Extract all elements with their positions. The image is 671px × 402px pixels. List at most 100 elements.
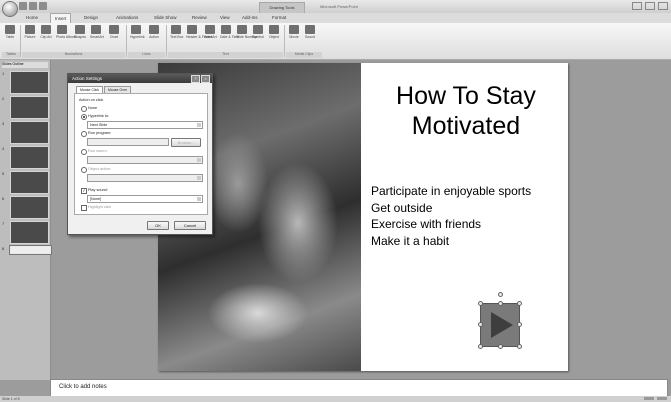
window-title: Microsoft PowerPoint [320,4,358,9]
resize-handle[interactable] [498,301,503,306]
slide-title[interactable]: How To Stay Motivated [376,81,556,141]
text-box-icon [171,25,181,34]
slide-thumbnail[interactable] [10,171,49,194]
shapes-button[interactable]: Shapes [74,25,86,45]
dialog-title-buttons: ? × [191,75,210,83]
date-time-icon [221,25,231,34]
slide-canvas[interactable]: How To Stay Motivated Participate in enj… [158,63,568,371]
movie-button[interactable]: Movie [288,25,300,45]
save-icon[interactable] [19,2,27,10]
tab-design[interactable]: Design [80,13,102,23]
resize-handle[interactable] [517,301,522,306]
chevron-down-icon [197,123,201,127]
resize-handle[interactable] [517,322,522,327]
minimize-icon[interactable] [632,2,642,10]
header-footer-button[interactable]: Header & Footer [186,25,212,45]
slide-bullet-list[interactable]: Participate in enjoyable sports Get outs… [371,183,531,249]
normal-view-icon[interactable] [644,397,654,400]
picture-icon [25,25,35,34]
object-button[interactable]: Object [268,25,280,45]
wordart-button[interactable]: WordArt [204,25,217,45]
slide-thumbnail[interactable] [10,71,49,94]
ok-button[interactable]: OK [147,221,169,230]
slide-thumbnail[interactable] [10,121,49,144]
run-program-input[interactable] [87,138,169,146]
action-button[interactable]: Action [148,25,160,45]
radio-run-program[interactable] [81,131,87,137]
help-icon[interactable]: ? [191,75,200,83]
radio-object-action[interactable] [81,167,87,173]
sound-select[interactable]: [None] [87,195,203,203]
sound-button[interactable]: Sound [304,25,316,45]
rotation-handle[interactable] [498,292,503,297]
movie-icon [289,25,299,34]
symbol-button[interactable]: Symbol [252,25,264,45]
slide-number-button[interactable]: Slide Number [236,25,257,45]
notes-placeholder: Click to add notes [59,384,107,390]
photo-album-button[interactable]: Photo Album [56,25,76,45]
table-button[interactable]: Table [4,25,16,45]
tab-home[interactable]: Home [22,13,42,23]
resize-handle[interactable] [478,322,483,327]
highlight-checkbox[interactable] [81,205,87,211]
clip-art-button[interactable]: Clip Art [40,25,52,45]
picture-button[interactable]: Picture [24,25,36,45]
resize-handle[interactable] [517,344,522,349]
radio-run-program-label: Run program: [88,131,112,135]
tab-format[interactable]: Format [268,13,290,23]
object-action-select[interactable] [87,174,203,182]
hyperlink-button[interactable]: Hyperlink [130,25,145,45]
redo-icon[interactable] [39,2,47,10]
photo-album-icon [57,25,67,34]
window-controls [632,2,668,10]
maximize-icon[interactable] [645,2,655,10]
chart-button[interactable]: Chart [108,25,120,45]
resize-handle[interactable] [478,344,483,349]
chart-icon [109,25,119,34]
tab-view[interactable]: View [216,13,234,23]
tab-review[interactable]: Review [188,13,211,23]
slide-thumbnail[interactable] [10,196,49,219]
status-text: Slide 1 of 8 [2,397,20,401]
cancel-button[interactable]: Cancel [174,221,206,230]
hyperlink-icon [131,25,141,34]
notes-pane[interactable]: Click to add notes [50,379,668,397]
radio-none-label: None [88,106,98,110]
slide-thumbnail[interactable] [10,146,49,169]
chevron-down-icon [197,197,201,201]
wordart-icon [205,25,215,34]
slide-number: 4 [2,146,5,151]
text-box-button[interactable]: Text Box [170,25,183,45]
slide-thumbnail-selected[interactable] [9,245,52,255]
tab-add-ins[interactable]: Add-Ins [238,13,262,23]
office-button[interactable] [2,1,18,17]
close-icon[interactable] [658,2,668,10]
run-macro-select[interactable] [87,156,203,164]
slide-thumbnail[interactable] [10,221,49,244]
browse-button[interactable]: Browse... [171,138,201,147]
date-time-button[interactable]: Date & Time [220,25,239,45]
tab-slides[interactable]: Slides [2,62,12,66]
tab-outline[interactable]: Outline [13,62,24,66]
slide-number: 7 [2,221,5,226]
tab-slide-show[interactable]: Slide Show [150,13,181,23]
hyperlink-select[interactable]: Next Slide [87,121,203,129]
resize-handle[interactable] [478,301,483,306]
action-button-shape[interactable] [480,303,520,347]
clip-art-icon [41,25,51,34]
radio-hyperlink-label: Hyperlink to: [88,114,110,118]
play-icon [491,312,513,338]
slide-number: 8 [2,246,5,251]
slide-thumbnail[interactable] [10,96,49,119]
shapes-icon [75,25,85,34]
resize-handle[interactable] [498,344,503,349]
radio-run-macro[interactable] [81,149,87,155]
smartart-button[interactable]: SmartArt [90,25,104,45]
tab-animations[interactable]: Animations [112,13,142,23]
zoom-slider[interactable] [657,397,667,400]
close-icon[interactable]: × [201,75,210,83]
radio-hyperlink[interactable] [81,114,87,120]
radio-none[interactable] [81,106,87,112]
play-sound-checkbox[interactable]: ✓ [81,188,87,194]
undo-icon[interactable] [29,2,37,10]
